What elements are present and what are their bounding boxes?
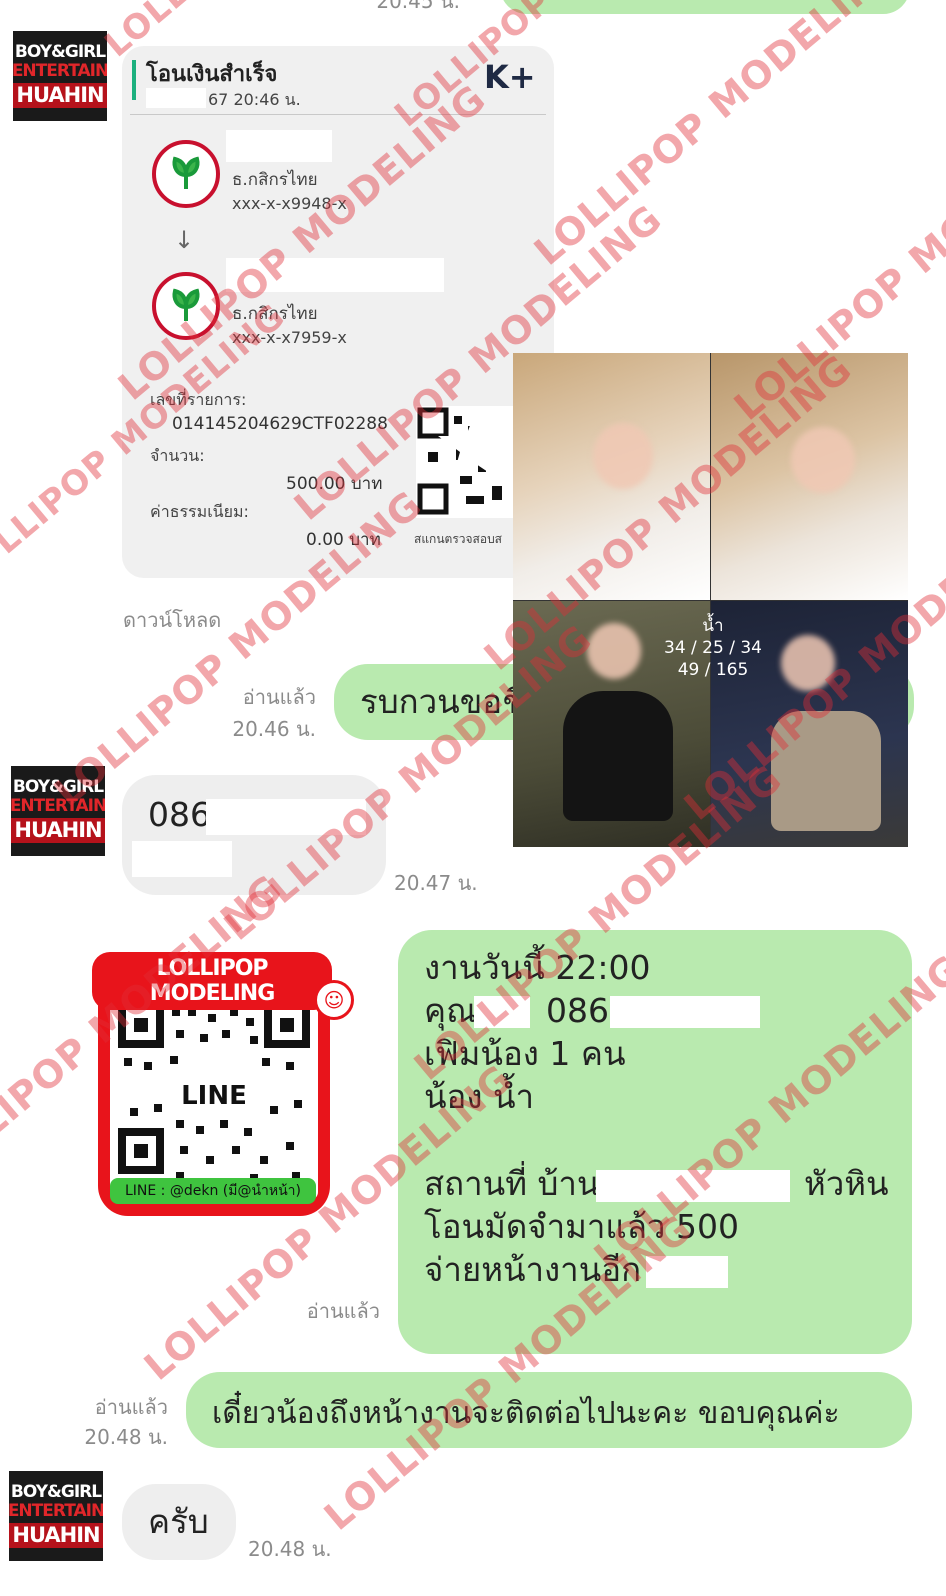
message-line: งานวันนี้ 22:00	[424, 948, 651, 987]
phone-redaction	[610, 996, 760, 1028]
scan-label: สแกนตรวจสอบส	[414, 532, 503, 546]
ref-value: 014145204629CTF02288	[172, 414, 388, 434]
fee-value: 0.00 บาท	[306, 530, 381, 550]
qr-title: LOLLIPOP MODELING	[92, 952, 332, 1010]
download-link[interactable]: ดาวน์โหลด	[123, 604, 221, 636]
model-stats-line1: 34 / 25 / 34	[664, 638, 762, 658]
fee-label: ค่าธรรมเนียม:	[150, 502, 249, 521]
amount-redaction	[646, 1256, 728, 1288]
receiver-name-redaction	[226, 258, 444, 292]
message-line: จ่ายหน้างานอีก	[424, 1250, 642, 1289]
sender-name-redaction	[226, 130, 332, 162]
phone-redaction	[206, 799, 366, 835]
transfer-slip-image[interactable]: โอนเงินสำเร็จ 67 20:46 น. K+ ธ.กสิกรไทย …	[122, 46, 554, 578]
incoming-message-bubble[interactable]: 086-	[122, 775, 386, 895]
message-time: 20.46 น.	[232, 717, 316, 741]
slip-qr-icon	[416, 406, 516, 518]
model-name: น้ำ	[702, 616, 724, 636]
message-text: ครับ	[148, 1502, 209, 1541]
contact-avatar[interactable]: BOY&GIRL ENTERTAIN HUAHIN	[9, 1471, 103, 1561]
outgoing-message-bubble[interactable]: เดี๋ยวน้องถึงหน้างานจะติดต่อไปนะคะ ขอบคุ…	[186, 1372, 912, 1448]
kplus-logo-text: K+	[484, 58, 536, 96]
model-stats-line2: 49 / 165	[677, 660, 749, 680]
contact-avatar[interactable]: BOY&GIRL ENTERTAIN HUAHIN	[11, 766, 105, 856]
model-photo-2[interactable]	[711, 353, 908, 600]
kbank-logo-icon	[152, 272, 220, 340]
contact-avatar[interactable]: BOY&GIRL ENTERTAIN HUAHIN	[13, 31, 107, 121]
avatar-line2: ENTERTAIN	[13, 61, 107, 81]
receiver-bank: ธ.กสิกรไทย	[232, 304, 318, 324]
read-receipt: อ่านแล้ว	[242, 685, 316, 709]
qr-line-id: LINE : @dekn (มี@นำหน้า)	[110, 1178, 316, 1204]
avatar-line3: HUAHIN	[11, 818, 105, 843]
kbank-logo-icon	[152, 140, 220, 208]
message-line: คุณ	[424, 991, 477, 1030]
incoming-message-bubble[interactable]: ครับ	[122, 1484, 236, 1560]
arrow-down-icon: ↓	[174, 226, 195, 254]
model-photo-1[interactable]	[513, 353, 710, 600]
receiver-account: xxx-x-x7959-x	[232, 328, 347, 347]
avatar-line2: ENTERTAIN	[9, 1501, 103, 1521]
message-text: รบกวนขอชื่	[360, 682, 525, 721]
ref-label: เลขที่รายการ:	[150, 390, 247, 409]
slip-datetime: 67 20:46 น.	[208, 90, 301, 109]
outgoing-message-bubble[interactable]: งานวันนี้ 22:00 คุณ 086- เฟิมน้อง 1 คน น…	[398, 930, 912, 1354]
message-time: 20.47 น.	[394, 871, 478, 895]
message-time: 20.48 น.	[84, 1425, 168, 1449]
model-photo-grid[interactable]: น้ำ 34 / 25 / 34 49 / 165	[513, 353, 908, 847]
avatar-line1: BOY&GIRL	[10, 1482, 102, 1502]
avatar-line3: HUAHIN	[9, 1523, 103, 1548]
top-partial-time: 20.45 น.	[376, 0, 460, 13]
message-line: เฟิมน้อง 1 คน	[424, 1034, 626, 1073]
qr-line-center-label: LINE	[164, 1078, 264, 1114]
avatar-line1: BOY&GIRL	[12, 777, 104, 797]
name-redaction	[474, 996, 530, 1028]
phone-redaction	[132, 841, 232, 877]
top-partial-bubble[interactable]	[500, 0, 910, 14]
avatar-line1: BOY&GIRL	[14, 42, 106, 62]
watermark: LOLLIPOP MODELING	[525, 0, 911, 274]
slip-date-redaction	[146, 88, 206, 108]
message-line: หัวหิน	[804, 1164, 889, 1203]
message-line: สถานที่ บ้าน	[424, 1164, 600, 1203]
read-receipt: อ่านแล้ว	[94, 1395, 168, 1419]
amount-value: 500.00 บาท	[286, 474, 383, 494]
kplus-logo: K+	[484, 58, 536, 96]
avatar-line3: HUAHIN	[13, 83, 107, 108]
message-line: โอนมัดจำมาแล้ว 500	[424, 1207, 739, 1246]
qr-code-icon: LINE	[110, 996, 318, 1200]
model-stats-caption: น้ำ 34 / 25 / 34 49 / 165	[653, 615, 773, 681]
message-time: 20.48 น.	[248, 1537, 332, 1561]
message-text: เดี๋ยวน้องถึงหน้างานจะติดต่อไปนะคะ ขอบคุ…	[212, 1396, 840, 1431]
sender-bank: ธ.กสิกรไทย	[232, 170, 318, 190]
amount-label: จำนวน:	[150, 446, 205, 465]
slip-title: โอนเงินสำเร็จ	[146, 62, 278, 87]
read-receipt: อ่านแล้ว	[306, 1299, 380, 1323]
slip-divider	[130, 114, 546, 115]
address-redaction	[596, 1170, 790, 1202]
sender-account: xxx-x-x9948-x	[232, 194, 347, 213]
avatar-line2: ENTERTAIN	[11, 796, 105, 816]
message-line: น้อง น้ำ	[424, 1077, 535, 1116]
smiley-icon: ☺	[314, 980, 354, 1020]
slip-accent-bar	[132, 60, 136, 100]
